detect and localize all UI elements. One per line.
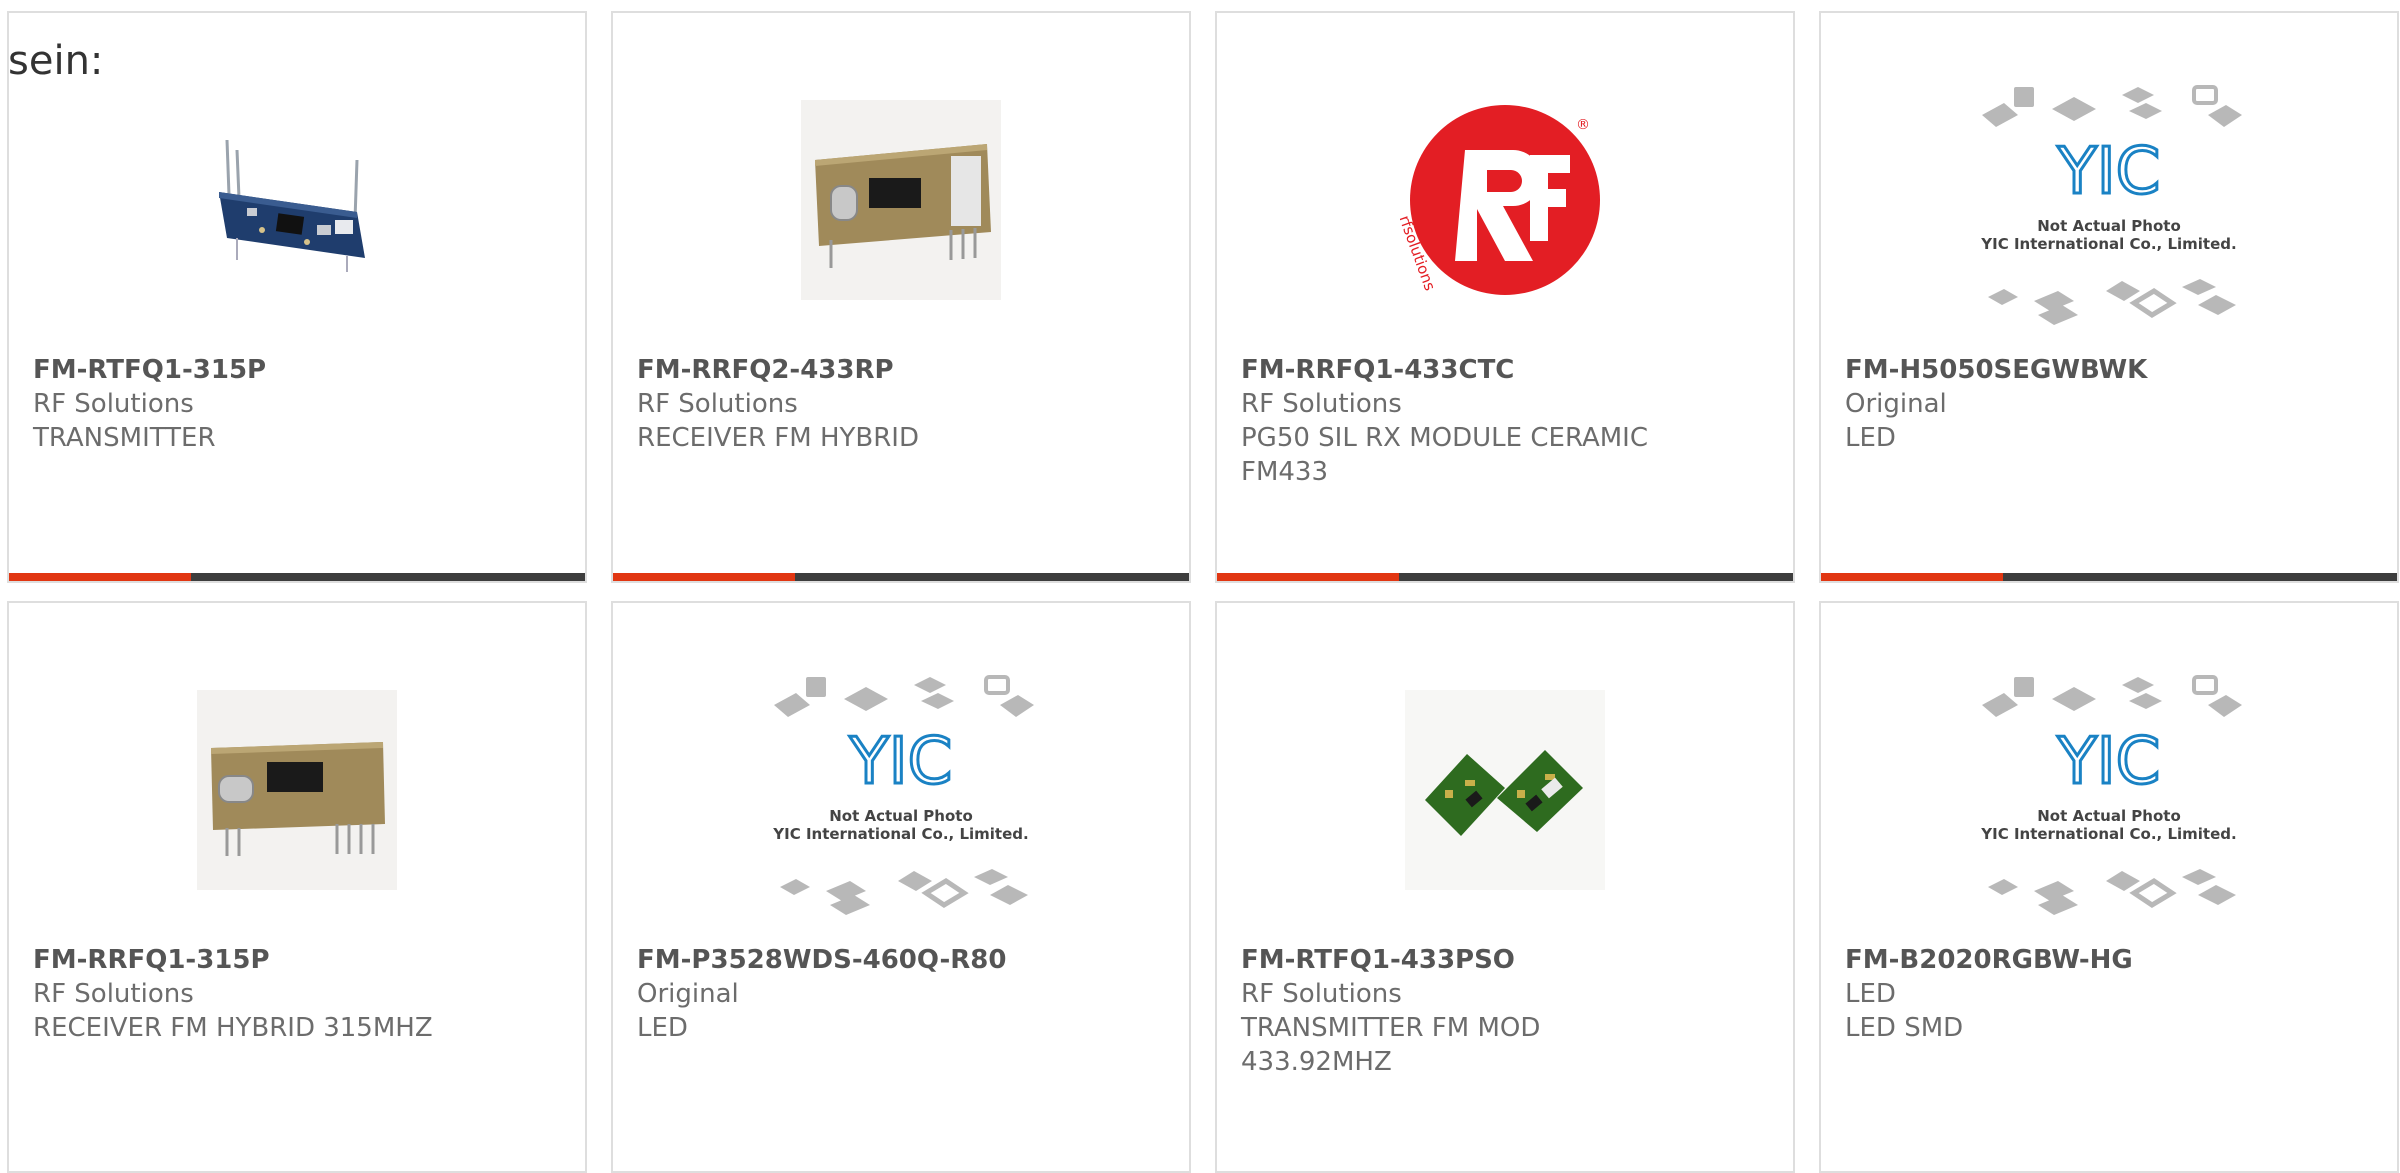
part-number[interactable]: FM-RTFQ1-315P [33,353,565,387]
transmitter-pcb-photo [219,139,365,272]
description: RECEIVER FM HYBRID 315MHZ [33,1013,433,1043]
product-card[interactable]: FM-RRFQ1-315P RF Solutions RECEIVER FM H… [7,601,587,1173]
part-number[interactable]: FM-P3528WDS-460Q-R80 [637,943,1169,977]
manufacturer: RF Solutions [33,389,194,419]
yic-placeholder-image: YIC Not Actual Photo YIC International C… [1980,675,2242,915]
svg-text:®: ® [1576,117,1590,133]
card-accent-bar [613,573,1189,581]
svg-text:YIC: YIC [2057,725,2161,799]
svg-text:Not Actual Photo: Not Actual Photo [2037,807,2181,825]
rf-solutions-logo: ® rfsolutions [1400,105,1600,295]
product-image: YIC Not Actual Photo YIC International C… [1821,655,2397,925]
product-image [9,655,585,925]
part-number[interactable]: FM-H5050SEGWBWK [1845,353,2377,387]
product-image: YIC Not Actual Photo YIC International C… [613,655,1189,925]
description: PG50 SIL RX MODULE CERAMIC [1241,423,1648,453]
svg-text:YIC International Co., Limited: YIC International Co., Limited. [1980,235,2236,253]
yic-placeholder-image: YIC Not Actual Photo YIC International C… [772,675,1034,915]
svg-text:YIC International Co., Limited: YIC International Co., Limited. [1980,825,2236,843]
product-card[interactable]: YIC Not Actual Photo YIC International C… [611,601,1191,1173]
card-accent-bar [1821,573,2397,581]
product-image: ® rfsolutions [1217,65,1793,335]
product-image: YIC Not Actual Photo YIC International C… [1821,65,2397,335]
card-accent-bar [1217,573,1793,581]
product-image [613,65,1189,335]
manufacturer: RF Solutions [1241,979,1402,1009]
description: LED SMD [1845,1013,1964,1043]
product-card[interactable]: FM-RTFQ1-433PSO RF Solutions TRANSMITTER… [1215,601,1795,1173]
product-card[interactable]: FM-RTFQ1-315P RF Solutions TRANSMITTER [7,11,587,583]
product-card[interactable]: FM-RRFQ2-433RP RF Solutions RECEIVER FM … [611,11,1191,583]
description: LED [1845,423,1896,453]
card-accent-bar [9,573,585,581]
intro-text: sein: [8,38,104,84]
manufacturer: LED [1845,979,1896,1009]
product-image [1217,655,1793,925]
part-number[interactable]: FM-RRFQ1-315P [33,943,565,977]
manufacturer: RF Solutions [637,389,798,419]
description: TRANSMITTER [33,423,216,453]
manufacturer: Original [1845,389,1947,419]
part-number[interactable]: FM-RRFQ1-433CTC [1241,353,1773,387]
product-card[interactable]: YIC Not Actual Photo YIC International C… [1819,601,2399,1173]
part-number[interactable]: FM-RRFQ2-433RP [637,353,1169,387]
svg-text:Not Actual Photo: Not Actual Photo [2037,217,2181,235]
receiver-module-photo [197,690,397,890]
part-number[interactable]: FM-B2020RGBW-HG [1845,943,2377,977]
description: RECEIVER FM HYBRID [637,423,919,453]
receiver-module-photo [801,100,1001,300]
product-card[interactable]: ® rfsolutions FM-RRFQ1-433CTC RF Solutio… [1215,11,1795,583]
product-grid: FM-RTFQ1-315P RF Solutions TRANSMITTER F… [7,11,2399,1173]
svg-text:YIC: YIC [2057,135,2161,209]
svg-text:YIC: YIC [849,725,953,799]
svg-text:Not Actual Photo: Not Actual Photo [829,807,973,825]
part-number[interactable]: FM-RTFQ1-433PSO [1241,943,1773,977]
description: FM433 [1241,457,1329,487]
green-pcb-photo [1405,690,1605,890]
description: LED [637,1013,688,1043]
manufacturer: RF Solutions [33,979,194,1009]
product-image [9,65,585,335]
product-card[interactable]: YIC Not Actual Photo YIC International C… [1819,11,2399,583]
manufacturer: Original [637,979,739,1009]
description: TRANSMITTER FM MOD [1241,1013,1541,1043]
yic-placeholder-image: YIC Not Actual Photo YIC International C… [1980,85,2242,325]
svg-text:YIC International Co., Limited: YIC International Co., Limited. [772,825,1028,843]
manufacturer: RF Solutions [1241,389,1402,419]
description: 433.92MHZ [1241,1047,1392,1077]
